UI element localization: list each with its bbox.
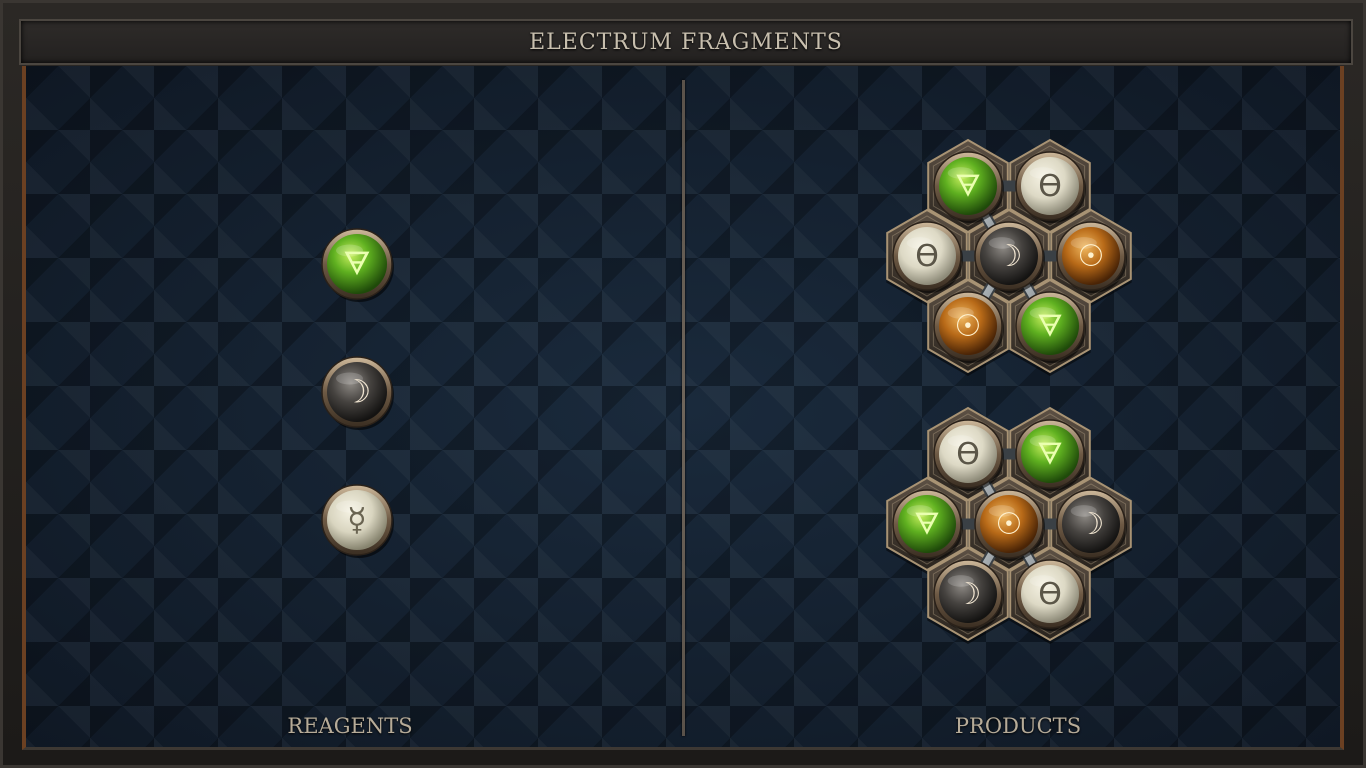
earth-symbol-icon: 🜃 (1037, 437, 1063, 472)
salt-symbol-icon: ϴ (915, 239, 939, 274)
reagents-layer: 🜃 ☽ ☿ (321, 228, 394, 558)
reagents-label: REAGENTS (287, 714, 413, 738)
gold-symbol-icon: ☉ (1078, 239, 1105, 274)
products-label: PRODUCTS (954, 714, 1082, 738)
earth-symbol-icon: 🜃 (343, 245, 371, 283)
salt-symbol-icon: ϴ (1038, 577, 1062, 612)
earth-symbol-icon: 🜃 (955, 169, 981, 204)
salt-symbol-icon: ϴ (956, 437, 980, 472)
silver-symbol-icon: ☽ (996, 239, 1023, 274)
earth-symbol-icon: 🜃 (914, 507, 940, 542)
quicksilver-symbol-icon: ☿ (347, 501, 367, 539)
product-molecule[interactable]: 🜃 ϴ ϴ ☽ ☉ ☉ 🜃 (886, 138, 1132, 376)
molecule-scene: 🜃 ϴ ϴ ☽ ☉ ☉ 🜃 ϴ 🜃 🜃 ☉ ☽ ☽ ϴ 🜃 ☽ ☿ (321, 138, 1132, 644)
salt-symbol-icon: ϴ (1038, 169, 1062, 204)
gold-symbol-icon: ☉ (955, 309, 982, 344)
silver-symbol-icon: ☽ (1078, 507, 1105, 542)
silver-symbol-icon: ☽ (955, 577, 982, 612)
earth-symbol-icon: 🜃 (1037, 309, 1063, 344)
products-layer: 🜃 ϴ ϴ ☽ ☉ ☉ 🜃 ϴ 🜃 🜃 ☉ ☽ ☽ ϴ (886, 138, 1132, 644)
reagent-atom-quicksilver[interactable]: ☿ (321, 484, 394, 558)
gold-symbol-icon: ☉ (996, 507, 1023, 542)
silver-symbol-icon: ☽ (343, 373, 372, 411)
product-molecule[interactable]: ϴ 🜃 🜃 ☉ ☽ ☽ ϴ (886, 406, 1132, 644)
reagent-atom-earth[interactable]: 🜃 (321, 228, 394, 302)
reagent-atom-silver[interactable]: ☽ (321, 356, 394, 430)
